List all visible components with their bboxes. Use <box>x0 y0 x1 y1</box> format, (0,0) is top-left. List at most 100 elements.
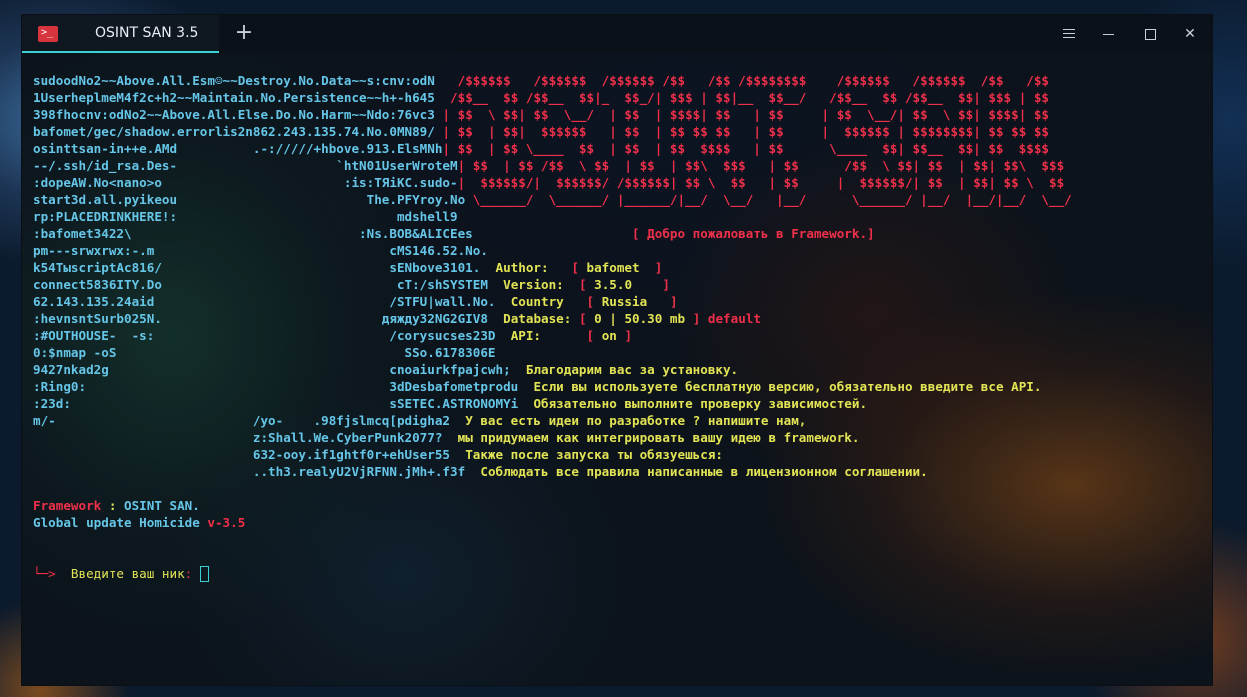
ascii-art-line: pm---srwxrwx:-.m cMS146.52.No. <box>33 243 488 258</box>
ascii-art-line: 62.143.135.24aid /STFU|wall.No. <box>33 294 496 309</box>
ascii-art-line: --/.ssh/id_rsa.Des- `htN01UserWroteM <box>33 158 458 173</box>
info-message: Обязательно выполните проверку зависимос… <box>533 396 868 411</box>
update-label: Global update Homicide <box>33 515 200 530</box>
terminal-line: connect5836ITY.Do cT:/shSYSTEM Version: … <box>33 276 1072 293</box>
ascii-art-line: 398fhocnv:odNo2~~Above.All.Else.Do.No.Ha… <box>33 107 435 122</box>
info-label: Author: <box>495 260 572 275</box>
info-extra: default <box>700 311 761 326</box>
ascii-art-line: osinttsan-in++e.AMd .-://///+hbove.913.E… <box>33 141 443 156</box>
info-bracket: ] <box>654 277 670 292</box>
ascii-art-line: k54TыscriptAc816/ sENbove3101. <box>33 260 481 275</box>
info-message: Если вы используете бесплатную версию, о… <box>533 379 1042 394</box>
terminal-line: osinttsan-in++e.AMd .-://///+hbove.913.E… <box>33 140 1072 157</box>
info-bracket: ] <box>647 260 663 275</box>
info-label: Database: <box>503 311 579 326</box>
welcome-text: [ Добро пожаловать в Framework.] <box>632 226 875 241</box>
info-label: Version: <box>503 277 579 292</box>
terminal-line: :#OUTHOUSE- -s: /corysucses23D API: [ on… <box>33 327 1072 344</box>
info-value: Russia <box>601 294 663 309</box>
ascii-art-line: rp:PLACEDRINKHERE!: mdshell9 <box>33 209 458 224</box>
terminal-line: 9427nkad2g cnoaiurkfpajcwh; Благодарим в… <box>33 361 1072 378</box>
terminal-line: 398fhocnv:odNo2~~Above.All.Else.Do.No.Ha… <box>33 106 1072 123</box>
terminal-icon: >_ <box>38 26 58 42</box>
terminal-window: >_ OSINT SAN 3.5 + ✕ sudoodNo2~~Above.Al… <box>22 15 1212 685</box>
info-message: Также после запуска ты обязуешься: <box>465 447 723 462</box>
terminal-line: 1UserheplmeM4f2c+h2~~Maintain.No.Persist… <box>33 89 1072 106</box>
info-bracket: [ <box>586 328 602 343</box>
prompt-arrow-icon: └─> <box>33 566 56 581</box>
minimize-button[interactable] <box>1099 25 1119 43</box>
terminal-line: 62.143.135.24aid /STFU|wall.No. Country … <box>33 293 1072 310</box>
ascii-art-line: :dopeAW.No<nano>o :is:TЯiKC.sudo- <box>33 175 458 190</box>
prompt-colon: : <box>184 566 200 581</box>
terminal-line: z:Shall.We.CyberPunk2077? мы придумаем к… <box>33 429 1072 446</box>
banner-line: \______/ \______/ |______/|__/ \__/ |__/… <box>465 192 1072 207</box>
terminal-line: 0:$nmap -oS SSo.6178306E <box>33 344 1072 361</box>
framework-separator: : <box>101 498 124 513</box>
info-message: Соблюдать все правила написанные в лицен… <box>480 464 928 479</box>
banner-line: | $$$$$$/| $$$$$$/ /$$$$$$| $$ \ $$ | $$… <box>457 175 1065 190</box>
info-value: 0 | 50.30 mb <box>594 311 686 326</box>
ascii-art-line: connect5836ITY.Do cT:/shSYSTEM <box>33 277 488 292</box>
framework-value: OSINT SAN. <box>124 498 200 513</box>
info-message: Благодарим вас за установку. <box>525 362 739 377</box>
terminal-line: :23d: sSETEC.ASTRONOMYi Обязательно выпо… <box>33 395 1072 412</box>
info-bracket: [ <box>578 311 595 326</box>
info-bracket: ] <box>616 328 633 343</box>
framework-label: Framework <box>33 498 102 513</box>
banner-line: /$$$$$$ /$$$$$$ /$$$$$$ /$$ /$$ /$$$$$$$… <box>442 73 1050 88</box>
maximize-button[interactable] <box>1140 25 1160 43</box>
menu-button[interactable] <box>1059 25 1079 43</box>
terminal-line: rp:PLACEDRINKHERE!: mdshell9 <box>33 208 1072 225</box>
info-value: on <box>601 328 617 343</box>
terminal-line: start3d.all.pyikeou The.PFYroy.No \_____… <box>33 191 1072 208</box>
ascii-art-line: bafomet/gec/shadow.errorlis2n862.243.135… <box>33 124 435 139</box>
close-button[interactable]: ✕ <box>1180 25 1200 43</box>
ascii-art-line: 1UserheplmeM4f2c+h2~~Maintain.No.Persist… <box>33 90 435 105</box>
ascii-art-line: :#OUTHOUSE- -s: /corysucses23D <box>33 328 496 343</box>
info-bracket: ] <box>662 294 678 309</box>
terminal-line: k54TыscriptAc816/ sENbove3101. Author: [… <box>33 259 1072 276</box>
ascii-art-line: :Ring0: 3dDesbafometprodu <box>33 379 519 394</box>
text-cursor[interactable] <box>199 566 209 582</box>
tab-title: OSINT SAN 3.5 <box>95 25 199 41</box>
ascii-art-line: 632-ooy.if1ghtf0r+ehUser55 <box>33 447 451 462</box>
terminal-line: :Ring0: 3dDesbafometprodu Если вы исполь… <box>33 378 1072 395</box>
banner-line: | $$ | $$ /$$ \ $$ | $$ | $$\ $$$ | $$ /… <box>457 158 1065 173</box>
title-bar: >_ OSINT SAN 3.5 + ✕ <box>22 15 1212 53</box>
terminal-output: sudoodNo2~~Above.All.Esm☺~~Destroy.No.Da… <box>33 72 1072 582</box>
ascii-art-line: sudoodNo2~~Above.All.Esm☺~~Destroy.No.Da… <box>33 73 435 88</box>
info-message: мы придумаем как интегрировать вашу идею… <box>457 430 860 445</box>
banner-line: /$$__ $$ /$$__ $$|_ $$_/| $$$ | $$|__ $$… <box>442 90 1050 105</box>
info-message: У вас есть идеи по разработке ? напишите… <box>465 413 807 428</box>
nickname-prompt[interactable]: └─> Введите ваш ник: <box>33 565 1072 582</box>
update-version: v-3.5 <box>199 515 246 530</box>
tab-osint-san[interactable]: >_ OSINT SAN 3.5 <box>22 15 219 53</box>
info-bracket: [ <box>586 294 602 309</box>
terminal-line: bafomet/gec/shadow.errorlis2n862.243.135… <box>33 123 1072 140</box>
ascii-art-line: :23d: sSETEC.ASTRONOMYi <box>33 396 519 411</box>
update-line: Global update Homicide v-3.5 <box>33 514 1072 531</box>
info-value: bafomet <box>586 260 648 275</box>
terminal-line: pm---srwxrwx:-.m cMS146.52.No. <box>33 242 1072 259</box>
terminal-line: sudoodNo2~~Above.All.Esm☺~~Destroy.No.Da… <box>33 72 1072 89</box>
ascii-art-line: 9427nkad2g cnoaiurkfpajcwh; <box>33 362 511 377</box>
banner-line: | $$ | $$ \____ $$ | $$ | $$ $$$$ | $$ \… <box>442 141 1050 156</box>
info-bracket: ] <box>685 311 701 326</box>
terminal-line: :hevnsntSurb025N. дяжду32NG2GIV8 Databas… <box>33 310 1072 327</box>
banner-line: | $$ \ $$| $$ \__/ | $$ | $$$$| $$ | $$ … <box>442 107 1050 122</box>
info-label: Country <box>510 294 587 309</box>
info-bracket: [ <box>578 277 595 292</box>
terminal-line: ..th3.realyU2VjRFNN.jMh+.f3f Соблюдать в… <box>33 463 1072 480</box>
ascii-art-line: start3d.all.pyikeou The.PFYroy.No <box>33 192 466 207</box>
terminal-line: --/.ssh/id_rsa.Des- `htN01UserWroteM| $$… <box>33 157 1072 174</box>
banner-line: | $$ | $$| $$$$$$ | $$ | $$ $$ $$ | $$ |… <box>442 124 1050 139</box>
terminal-line: m/- /yo- .98fjslmcq[pdigha2 У вас есть и… <box>33 412 1072 429</box>
new-tab-button[interactable]: + <box>232 22 256 46</box>
framework-line: Framework : OSINT SAN. <box>33 497 1072 514</box>
info-label: API: <box>510 328 587 343</box>
info-value: 3.5.0 <box>594 277 655 292</box>
terminal-line: :bafomet3422\ :Ns.BOB&ALICEes [ Добро по… <box>33 225 1072 242</box>
ascii-art-line: :bafomet3422\ :Ns.BOB&ALICEes <box>33 226 473 241</box>
ascii-art-line: 0:$nmap -oS SSo.6178306E <box>33 345 496 360</box>
